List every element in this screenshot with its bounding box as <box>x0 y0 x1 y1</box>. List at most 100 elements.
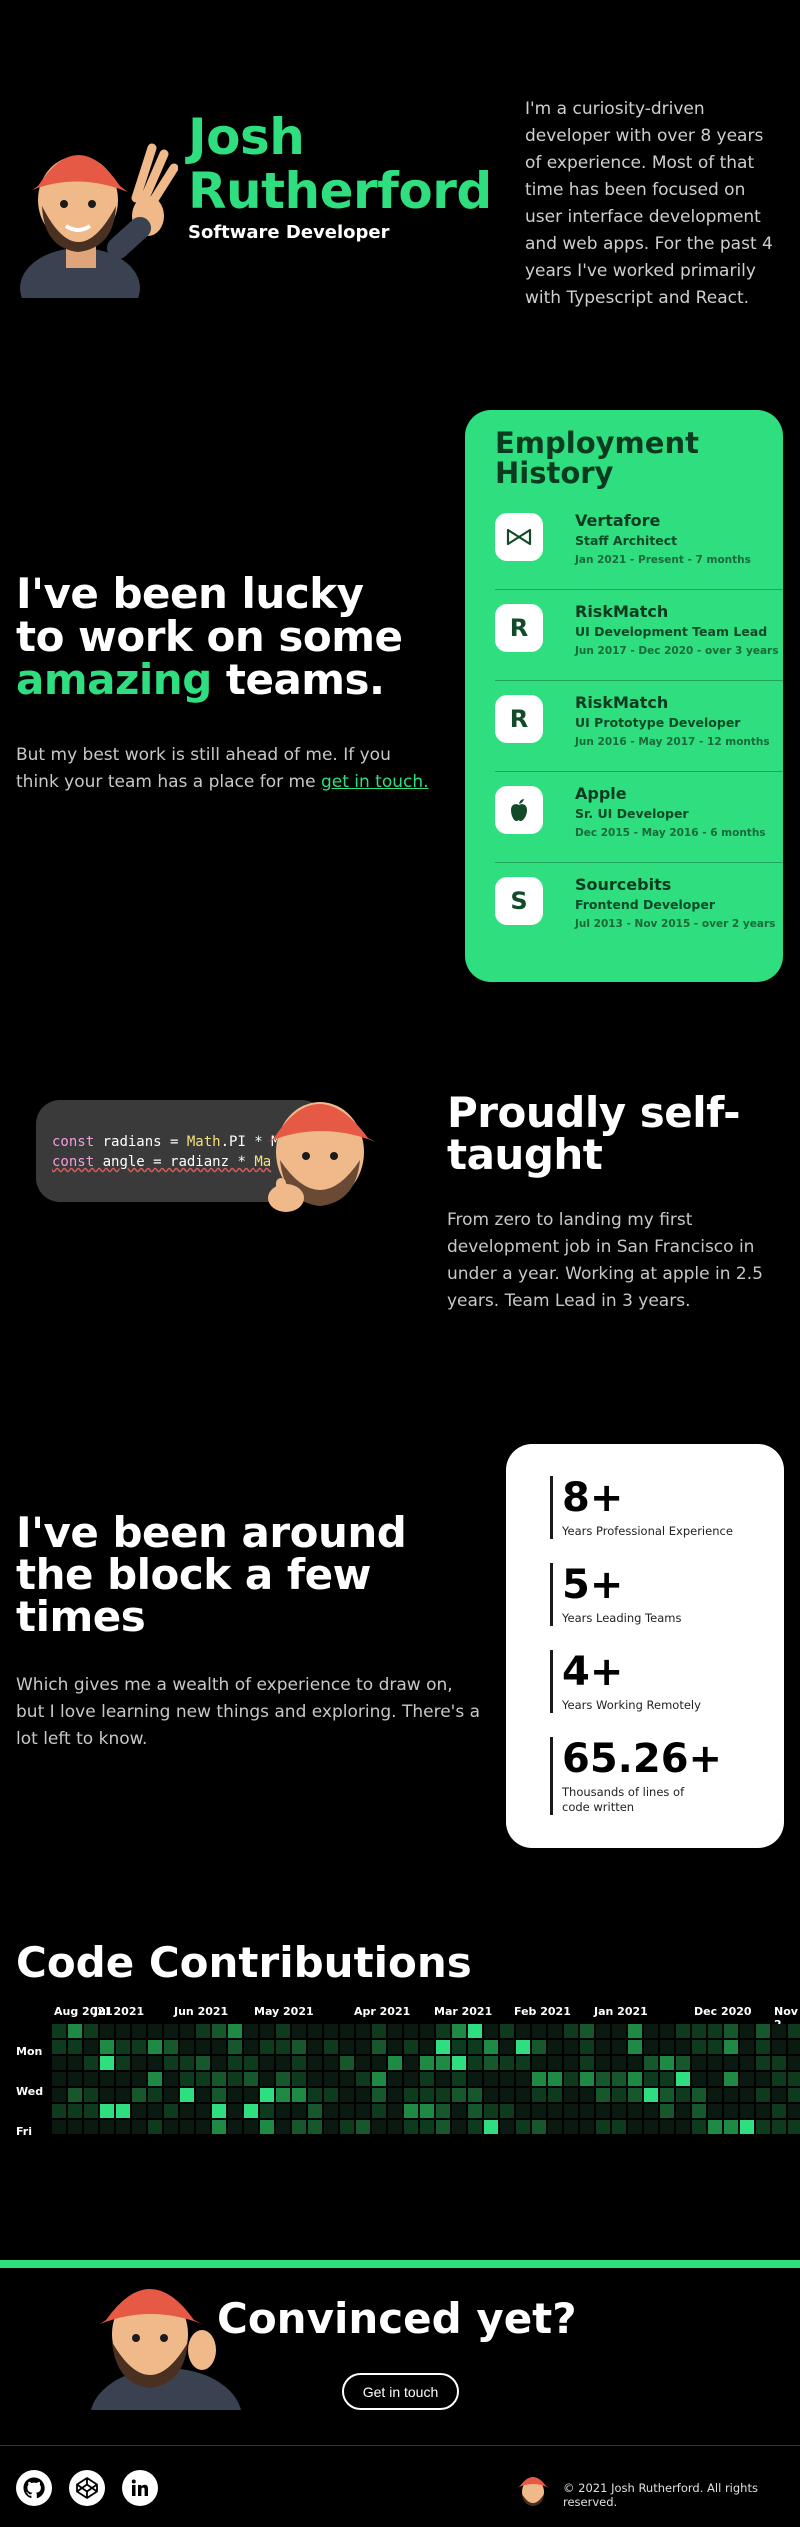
contribution-cell <box>756 2120 770 2134</box>
contribution-month-label: Jul 2021 <box>94 2005 145 2018</box>
contribution-cell <box>580 2056 594 2070</box>
contribution-cell <box>436 2072 450 2086</box>
contribution-cell <box>116 2024 130 2038</box>
hero-bio: I'm a curiosity-driven developer with ov… <box>525 99 773 308</box>
employment-company: Sourcebits <box>575 875 672 894</box>
contribution-cell <box>404 2024 418 2038</box>
contribution-cell <box>468 2072 482 2086</box>
contribution-cell <box>100 2104 114 2118</box>
contribution-cell <box>612 2040 626 2054</box>
contribution-cell <box>676 2104 690 2118</box>
linkedin-icon <box>131 2479 148 2496</box>
contribution-cell <box>372 2024 386 2038</box>
contribution-cell <box>756 2104 770 2118</box>
contribution-cell <box>132 2056 146 2070</box>
employment-company: RiskMatch <box>575 602 669 621</box>
contribution-cell <box>724 2056 738 2070</box>
contribution-cell <box>324 2072 338 2086</box>
contribution-cell <box>772 2104 786 2118</box>
contribution-cell <box>388 2040 402 2054</box>
contribution-cell <box>196 2040 210 2054</box>
contribution-cell <box>420 2120 434 2134</box>
contribution-cell <box>564 2072 578 2086</box>
contribution-cell <box>148 2072 162 2086</box>
stat-value: 4+ <box>562 1649 624 1695</box>
contribution-cell <box>532 2120 546 2134</box>
employment-dates: Dec 2015 - May 2016 - 6 months <box>575 827 766 839</box>
contribution-cell <box>164 2104 178 2118</box>
contribution-cell <box>564 2120 578 2134</box>
contribution-cell <box>516 2120 530 2134</box>
contribution-cell <box>388 2088 402 2102</box>
contribution-cell <box>420 2072 434 2086</box>
contribution-cell <box>500 2024 514 2038</box>
contribution-cell <box>436 2120 450 2134</box>
contribution-cell <box>740 2024 754 2038</box>
contribution-cell <box>452 2040 466 2054</box>
stat-item: 65.26+ Thousands of lines of code writte… <box>550 1737 722 1815</box>
contribution-cell <box>260 2040 274 2054</box>
contribution-cell <box>116 2088 130 2102</box>
contribution-cell <box>260 2024 274 2038</box>
riskmatch-logo-icon: R <box>495 604 543 652</box>
contribution-cell <box>740 2104 754 2118</box>
contributions-title: Code Contributions <box>16 1938 472 1987</box>
contribution-cell <box>612 2056 626 2070</box>
contribution-cell <box>116 2040 130 2054</box>
employment-company: Apple <box>575 784 627 803</box>
contribution-cell <box>324 2056 338 2070</box>
employment-dates: Jan 2021 - Present - 7 months <box>575 554 751 566</box>
contribution-cell <box>708 2056 722 2070</box>
contribution-cell <box>244 2104 258 2118</box>
apple-logo-icon <box>495 786 543 834</box>
experience-heading-line1: I've been around <box>16 1508 407 1557</box>
contribution-cell <box>484 2040 498 2054</box>
contribution-cell <box>100 2120 114 2134</box>
contribution-cell <box>260 2072 274 2086</box>
contribution-cell <box>212 2024 226 2038</box>
teams-body: But my best work is still ahead of me. I… <box>16 742 436 796</box>
employment-history-card: Employment History Vertafore Staff Archi… <box>465 410 783 982</box>
contribution-cell <box>484 2072 498 2086</box>
contribution-cell <box>372 2072 386 2086</box>
contribution-cell <box>772 2120 786 2134</box>
contribution-cell <box>356 2024 370 2038</box>
linkedin-link[interactable] <box>122 2470 158 2506</box>
get-in-touch-button[interactable]: Get in touch <box>342 2373 459 2410</box>
contribution-cell <box>276 2040 290 2054</box>
contribution-cell <box>308 2056 322 2070</box>
contribution-cell <box>564 2056 578 2070</box>
contribution-cell <box>292 2120 306 2134</box>
contribution-cell <box>644 2040 658 2054</box>
contribution-cell <box>132 2120 146 2134</box>
contribution-cell <box>548 2120 562 2134</box>
contribution-cell <box>708 2040 722 2054</box>
contribution-cell <box>388 2056 402 2070</box>
contribution-cell <box>68 2040 82 2054</box>
contribution-cell <box>100 2088 114 2102</box>
contribution-cell <box>788 2024 800 2038</box>
get-in-touch-link[interactable]: get in touch. <box>321 772 429 792</box>
hero-last-name: Rutherford <box>188 162 492 220</box>
contribution-cell <box>500 2088 514 2102</box>
contribution-cell <box>116 2072 130 2086</box>
contribution-cell <box>564 2040 578 2054</box>
contribution-cell <box>276 2056 290 2070</box>
employment-item: Vertafore Staff Architect Jan 2021 - Pre… <box>495 499 783 590</box>
contribution-cell <box>84 2040 98 2054</box>
riskmatch-logo-icon: R <box>495 695 543 743</box>
employment-dates: Jul 2013 - Nov 2015 - over 2 years <box>575 918 776 930</box>
codepen-link[interactable] <box>69 2470 105 2506</box>
contribution-month-label: Mar 2021 <box>434 2005 493 2018</box>
contribution-cell <box>436 2088 450 2102</box>
contribution-cell <box>324 2040 338 2054</box>
contribution-cell <box>228 2072 242 2086</box>
contribution-cell <box>388 2024 402 2038</box>
contribution-cell <box>100 2040 114 2054</box>
employment-role: UI Prototype Developer <box>575 715 741 730</box>
github-link[interactable] <box>16 2470 52 2506</box>
contribution-cell <box>660 2072 674 2086</box>
contribution-cell <box>180 2088 194 2102</box>
contribution-cell <box>548 2024 562 2038</box>
contribution-cell <box>292 2024 306 2038</box>
